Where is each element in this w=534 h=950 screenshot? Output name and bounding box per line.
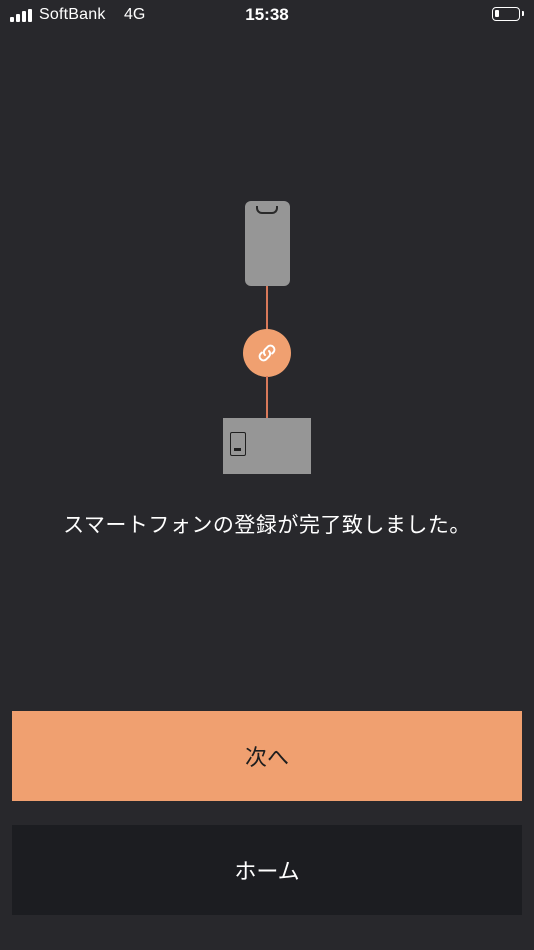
connector-line-bottom [266,376,268,418]
completion-message: スマートフォンの登録が完了致しました。 [63,513,471,537]
link-icon [243,329,291,377]
card-slot-icon [230,432,246,456]
next-button[interactable]: 次へ [12,711,522,801]
home-button[interactable]: ホーム [12,825,522,915]
screen: SoftBank 4G 15:38 スマートフォンの登録が完了致しました。 次へ… [0,0,534,950]
phone-notch [256,206,278,214]
pairing-illustration [0,0,534,500]
connector-line-top [266,286,268,330]
